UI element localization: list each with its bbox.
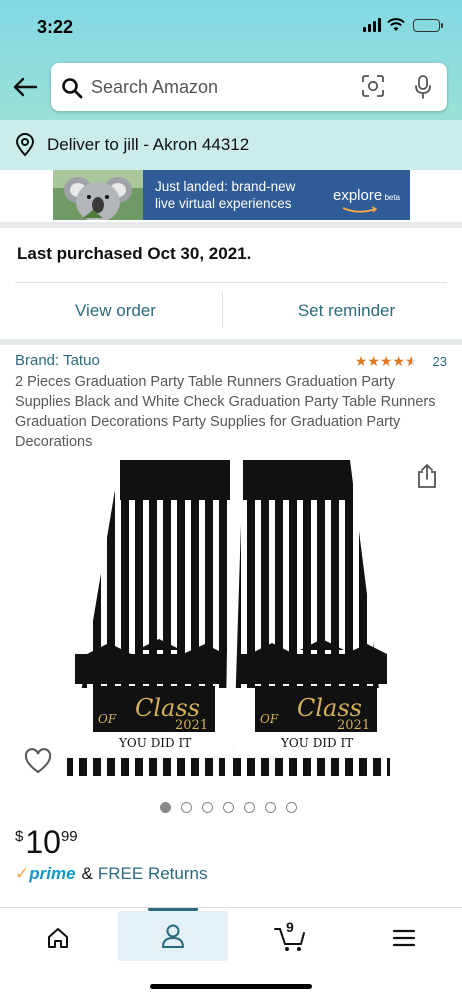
product-title[interactable]: 2 Pieces Graduation Party Table Runners …: [15, 372, 445, 452]
hamburger-menu-icon: [392, 929, 416, 947]
free-returns-link[interactable]: FREE Returns: [98, 864, 208, 884]
search-row: [0, 60, 462, 114]
signal-icon: [363, 18, 381, 32]
promo-banner[interactable]: Just landed: brand-new live virtual expe…: [53, 170, 410, 220]
carousel-dot[interactable]: [244, 802, 255, 813]
carousel-dots: [160, 802, 297, 813]
rating[interactable]: ★★★★★ ★ 23: [355, 353, 447, 370]
microphone-icon: [415, 75, 431, 99]
delivery-text: Deliver to jill - Akron 44312: [47, 135, 250, 154]
person-icon: [162, 924, 184, 948]
carousel-dot[interactable]: [265, 802, 276, 813]
back-arrow-icon: [13, 77, 38, 97]
heart-icon: [24, 748, 52, 774]
product-image[interactable]: Class OF 2021 YOU DID IT Class OF 2021 Y…: [65, 458, 395, 780]
banner-line-2: live virtual experiences: [155, 196, 292, 211]
status-icons: [363, 18, 443, 32]
battery-icon: [413, 18, 443, 32]
banner-text: Just landed: brand-new live virtual expe…: [155, 178, 323, 212]
image-of-text: OF: [98, 712, 117, 726]
carousel-dot[interactable]: [160, 802, 171, 813]
nav-you[interactable]: [118, 911, 228, 961]
koala-image: [53, 170, 143, 220]
image-year-text: 2021: [337, 718, 370, 733]
view-order-button[interactable]: View order: [0, 283, 231, 339]
share-icon: [418, 464, 436, 488]
voice-search-button[interactable]: [413, 74, 433, 105]
price-fraction: 99: [60, 828, 78, 845]
explore-logo: explore beta: [333, 186, 401, 213]
back-button[interactable]: [8, 70, 42, 104]
rating-count: 23: [432, 354, 447, 369]
carousel-dot[interactable]: [286, 802, 297, 813]
image-tagline-text: YOU DID IT: [118, 736, 191, 750]
status-bar: 3:22: [0, 0, 462, 55]
image-year-text: 2021: [175, 718, 208, 733]
section-divider: [0, 222, 462, 228]
banner-line-1: Just landed: brand-new: [155, 179, 296, 194]
price-whole: 10: [25, 824, 61, 860]
brand-link[interactable]: Brand: Tatuo: [15, 352, 100, 369]
last-purchased-text: Last purchased Oct 30, 2021.: [17, 244, 252, 263]
delivery-location-bar[interactable]: Deliver to jill - Akron 44312: [0, 120, 462, 170]
prime-check-icon: ✓: [15, 864, 30, 883]
share-button[interactable]: [416, 463, 438, 494]
order-actions: View order Set reminder: [0, 283, 462, 339]
camera-scan-icon: [362, 75, 384, 97]
section-divider: [0, 339, 462, 345]
image-tagline-text: YOU DID IT: [280, 736, 353, 750]
nav-home[interactable]: [18, 908, 98, 968]
wifi-icon: [387, 18, 405, 31]
carousel-dot[interactable]: [202, 802, 213, 813]
prime-logo: prime: [29, 864, 76, 883]
prime-row: ✓ prime & FREE Returns: [15, 864, 207, 884]
price-currency: $: [15, 828, 24, 845]
star-rating-icon: ★★★★★ ★: [354, 353, 418, 369]
add-to-list-button[interactable]: [24, 748, 52, 779]
status-time: 3:22: [37, 17, 74, 37]
search-box: [51, 63, 447, 111]
nav-cart[interactable]: [250, 908, 330, 968]
camera-search-button[interactable]: [361, 74, 385, 103]
image-of-text: OF: [260, 712, 279, 726]
carousel-dot[interactable]: [223, 802, 234, 813]
ampersand: &: [81, 864, 93, 883]
divider: [222, 292, 223, 328]
home-icon: [48, 928, 68, 948]
explore-logo-text: explore: [333, 186, 383, 204]
carousel-dot[interactable]: [181, 802, 192, 813]
cart-count-badge: 9: [286, 919, 294, 935]
search-input[interactable]: [91, 75, 351, 99]
explore-logo-suffix: beta: [384, 192, 401, 202]
home-indicator: [150, 984, 312, 989]
nav-menu[interactable]: [364, 908, 444, 968]
location-pin-icon: [15, 133, 35, 157]
set-reminder-button[interactable]: Set reminder: [231, 283, 462, 339]
smile-icon: [342, 205, 378, 213]
price: $ 10 99: [15, 824, 78, 860]
search-icon: [62, 78, 83, 99]
